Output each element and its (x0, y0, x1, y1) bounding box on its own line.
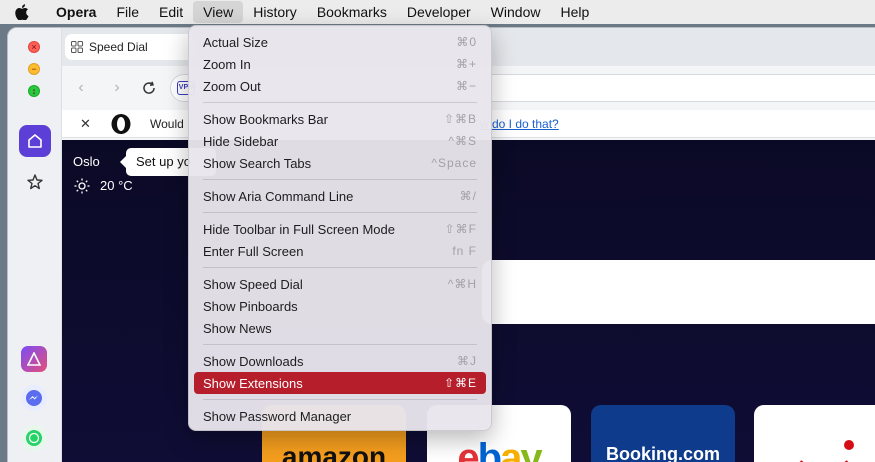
sidebar: × − ↕ (8, 28, 62, 462)
expand-icon: ↕ (31, 86, 37, 96)
forward-button[interactable]: › (106, 77, 128, 99)
menu-item-show-downloads[interactable]: Show Downloads ⌘J (194, 350, 486, 372)
menu-item-label: Show Aria Command Line (203, 188, 354, 204)
menu-item-label: Show News (203, 320, 272, 336)
close-icon: × (31, 42, 37, 52)
messenger-icon (26, 390, 42, 406)
menu-item-label: Show Bookmarks Bar (203, 111, 328, 127)
reload-button[interactable] (138, 77, 160, 99)
menu-item-shortcut: ⌘− (455, 79, 477, 93)
menu-item-hide-toolbar-in-full-screen-mode[interactable]: Hide Toolbar in Full Screen Mode ⇧⌘F (194, 218, 486, 240)
menu-item-hide-sidebar[interactable]: Hide Sidebar ^⌘S (194, 130, 486, 152)
menu-item-shortcut: ⇧⌘F (444, 222, 477, 236)
menu-separator (203, 102, 477, 103)
sidebar-bookmarks-button[interactable] (19, 166, 51, 198)
menu-item-shortcut: ⇧⌘E (443, 376, 477, 390)
menu-item-show-bookmarks-bar[interactable]: Show Bookmarks Bar ⇧⌘B (194, 108, 486, 130)
view-menu-dropdown: Actual Size ⌘0 Zoom In ⌘+ Zoom Out ⌘− Show Boo… (188, 25, 492, 431)
weather-city: Oslo (73, 154, 100, 169)
ebay-logo: ebay (457, 436, 542, 462)
speed-dial-tile-booking[interactable]: Booking.com (591, 405, 735, 462)
menu-item-shortcut: ^⌘S (448, 134, 477, 148)
minimize-window-button[interactable]: − (28, 63, 40, 75)
menu-separator (203, 399, 477, 400)
menu-item-show-extensions[interactable]: Show Extensions ⇧⌘E (194, 372, 486, 394)
menu-item-label: Hide Toolbar in Full Screen Mode (203, 221, 395, 237)
menu-item-label: Show Password Manager (203, 408, 352, 424)
booking-logo: Booking.com (605, 444, 720, 462)
menu-help[interactable]: Help (550, 1, 599, 23)
menu-item-zoom-in[interactable]: Zoom In ⌘+ (194, 53, 486, 75)
menu-item-shortcut: ⌘/ (459, 189, 477, 203)
menu-item-label: Show Extensions (203, 375, 303, 391)
home-icon (28, 134, 42, 148)
menu-item-shortcut: fn F (452, 244, 477, 258)
chevron-right-icon: › (114, 79, 120, 96)
speed-dial-tile-tui[interactable] (754, 405, 875, 462)
aria-icon (27, 352, 41, 366)
menu-item-shortcut: ^⌘H (447, 277, 477, 291)
opera-logo-icon (110, 113, 132, 138)
menu-separator (203, 267, 477, 268)
menu-item-label: Zoom Out (203, 78, 261, 94)
grid-icon (71, 41, 83, 53)
info-text: Would (150, 117, 184, 131)
menu-item-show-news[interactable]: Show News (194, 317, 486, 339)
sidebar-aria-button[interactable] (21, 346, 47, 372)
close-icon[interactable]: ✕ (80, 116, 91, 132)
sidebar-whatsapp-button[interactable] (21, 425, 47, 451)
minus-icon: − (31, 64, 37, 74)
menu-item-label: Enter Full Screen (203, 243, 304, 259)
menu-item-shortcut: ⇧⌘B (443, 112, 477, 126)
menu-item-label: Actual Size (203, 34, 269, 50)
menu-item-label: Show Speed Dial (203, 276, 303, 292)
menu-item-zoom-out[interactable]: Zoom Out ⌘− (194, 75, 486, 97)
menu-window[interactable]: Window (481, 1, 551, 23)
menu-item-shortcut: ⌘0 (456, 35, 477, 49)
reload-icon (143, 81, 155, 94)
sidebar-home-button[interactable] (19, 125, 51, 157)
chevron-left-icon: ‹ (78, 79, 84, 96)
menu-item-show-aria-command-line[interactable]: Show Aria Command Line ⌘/ (194, 185, 486, 207)
menu-view[interactable]: View (193, 1, 244, 23)
apple-icon[interactable] (0, 4, 44, 20)
menu-opera[interactable]: Opera (44, 1, 106, 23)
menu-separator (203, 179, 477, 180)
tab-speed-dial[interactable]: Speed Dial (65, 34, 195, 60)
star-icon (27, 174, 43, 190)
tui-logo-icon (799, 440, 854, 462)
menu-item-actual-size[interactable]: Actual Size ⌘0 (194, 31, 486, 53)
weather-temperature: 20 °C (100, 178, 133, 193)
menu-file[interactable]: File (106, 1, 149, 23)
menu-item-show-password-manager[interactable]: Show Password Manager (194, 405, 486, 427)
menu-separator (203, 212, 477, 213)
menu-item-label: Hide Sidebar (203, 133, 279, 149)
sidebar-messenger-button[interactable] (21, 385, 47, 411)
menu-edit[interactable]: Edit (149, 1, 193, 23)
menu-item-show-search-tabs[interactable]: Show Search Tabs ^Space (194, 152, 486, 174)
menu-item-label: Show Downloads (203, 353, 304, 369)
menu-item-shortcut: ^Space (431, 156, 477, 170)
amazon-logo: amazon (281, 441, 387, 462)
menu-history[interactable]: History (243, 1, 307, 23)
whatsapp-icon (26, 430, 42, 446)
menu-item-label: Zoom In (203, 56, 251, 72)
menu-item-show-speed-dial[interactable]: Show Speed Dial ^⌘H (194, 273, 486, 295)
menu-item-shortcut: ⌘+ (455, 57, 477, 71)
close-window-button[interactable]: × (28, 41, 40, 53)
macos-menubar: Opera File Edit View History Bookmarks D… (0, 0, 875, 24)
tab-label: Speed Dial (89, 40, 148, 54)
menu-separator (203, 344, 477, 345)
fullscreen-window-button[interactable]: ↕ (28, 85, 40, 97)
menu-item-shortcut: ⌘J (457, 354, 477, 368)
menu-item-label: Show Pinboards (203, 298, 298, 314)
menu-item-enter-full-screen[interactable]: Enter Full Screen fn F (194, 240, 486, 262)
menu-item-label: Show Search Tabs (203, 155, 312, 171)
sun-icon (74, 178, 90, 194)
menu-developer[interactable]: Developer (397, 1, 481, 23)
back-button[interactable]: ‹ (70, 77, 92, 99)
menu-bookmarks[interactable]: Bookmarks (307, 1, 397, 23)
search-box[interactable] (482, 260, 875, 324)
menu-item-show-pinboards[interactable]: Show Pinboards (194, 295, 486, 317)
